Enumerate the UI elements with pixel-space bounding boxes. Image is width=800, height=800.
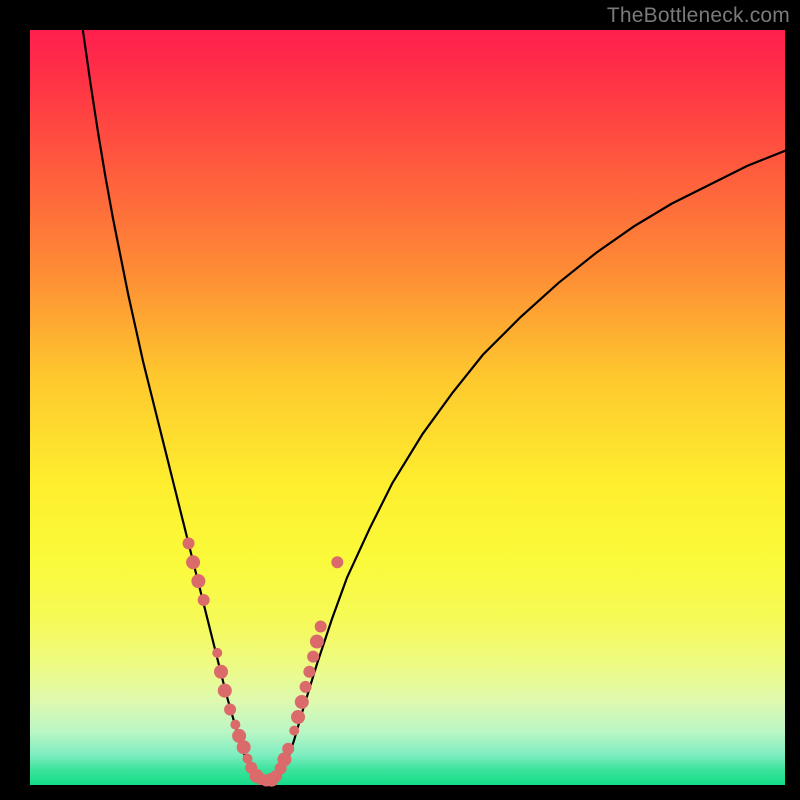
marker-dot <box>214 665 228 679</box>
chart-svg <box>30 30 785 785</box>
marker-dot <box>310 635 324 649</box>
marker-dot <box>186 555 200 569</box>
marker-dot <box>300 681 312 693</box>
marker-dot <box>315 620 327 632</box>
marker-dot <box>291 710 305 724</box>
curve-right-arm <box>279 151 785 778</box>
marker-dot <box>237 740 251 754</box>
marker-dot <box>198 594 210 606</box>
curve-left-arm <box>83 30 257 780</box>
plot-area <box>30 30 785 785</box>
chart-stage: TheBottleneck.com <box>0 0 800 800</box>
marker-dot <box>224 704 236 716</box>
marker-dot <box>331 556 343 568</box>
marker-group <box>183 537 344 786</box>
marker-dot <box>295 695 309 709</box>
marker-dot <box>303 666 315 678</box>
marker-dot <box>289 726 299 736</box>
marker-dot <box>218 684 232 698</box>
marker-dot <box>230 720 240 730</box>
marker-dot <box>212 648 222 658</box>
marker-dot <box>183 537 195 549</box>
marker-dot <box>307 651 319 663</box>
marker-dot <box>191 574 205 588</box>
watermark-text: TheBottleneck.com <box>607 4 790 28</box>
marker-dot <box>282 743 294 755</box>
